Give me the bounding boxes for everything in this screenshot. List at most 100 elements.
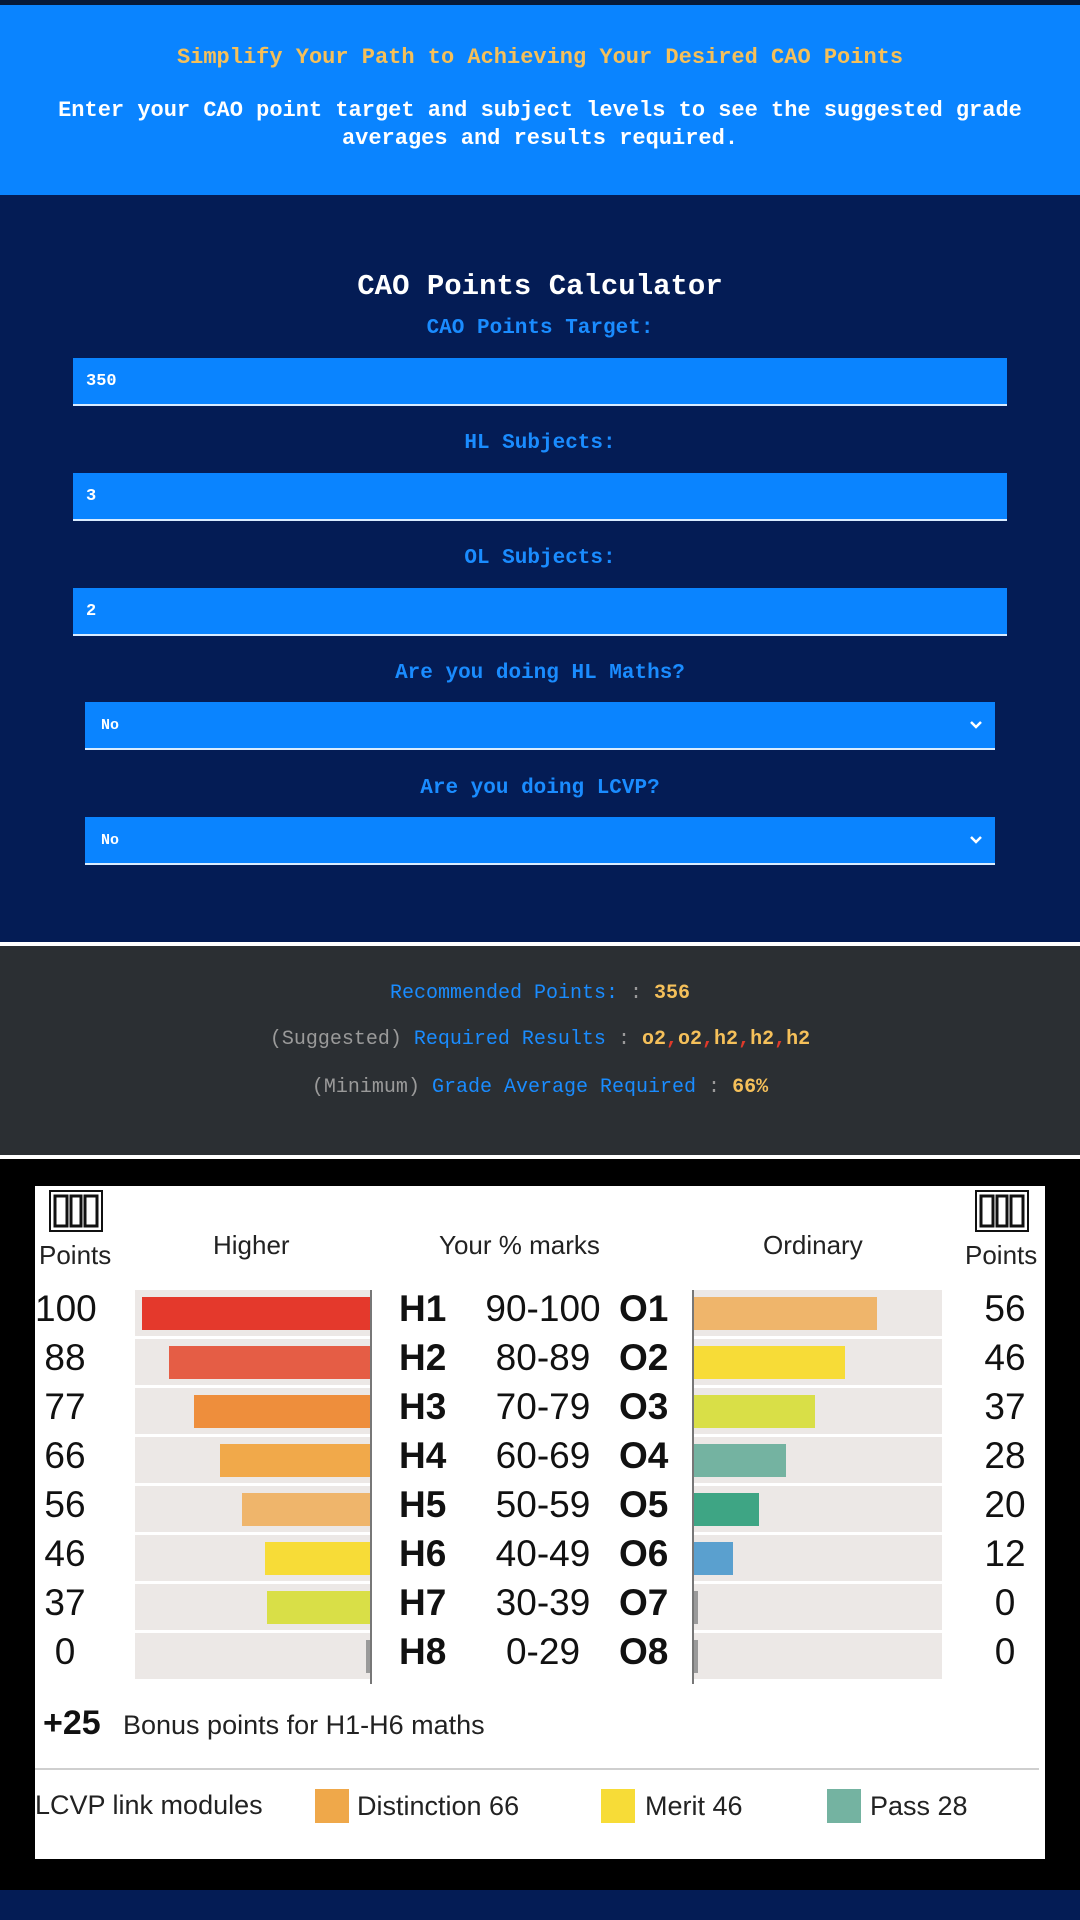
grade-comma: , [702, 1028, 715, 1051]
hero-subtitle: Enter your CAO point target and subject … [58, 98, 1022, 151]
lcvp-value: No [101, 831, 120, 849]
average-sep: : [708, 1076, 721, 1099]
grade-comma: , [774, 1028, 787, 1051]
ordinary-bar [694, 1639, 698, 1673]
higher-bar [265, 1541, 370, 1575]
grade-comma: , [666, 1028, 679, 1051]
lcvp-pass: Pass 28 [870, 1791, 968, 1821]
higher-points: 46 [44, 1533, 86, 1574]
ordinary-points: 20 [984, 1484, 1026, 1525]
hero-title: Simplify Your Path to Achieving Your Des… [176, 45, 904, 70]
average-prefix: (Minimum) [311, 1076, 420, 1099]
ordinary-points: 37 [984, 1386, 1026, 1427]
recommended-value: 356 [654, 982, 691, 1005]
target-value: 350 [86, 371, 117, 391]
ordinary-points: 0 [994, 1631, 1016, 1672]
ordinary-grade: O1 [619, 1288, 669, 1329]
calculator-panel: CAO Points Calculator CAO Points Target:… [0, 195, 1080, 942]
ordinary-points: 0 [994, 1582, 1016, 1623]
ordinary-bar [694, 1541, 733, 1575]
marks-range: 60-69 [495, 1435, 591, 1476]
legend-divider [35, 1768, 1039, 1770]
ordinary-bar [694, 1492, 759, 1526]
lcvp-merit: Merit 46 [645, 1791, 743, 1821]
higher-points: 66 [44, 1435, 86, 1476]
cao-logo [49, 1190, 103, 1232]
lcvp-label: Are you doing LCVP? [420, 777, 660, 800]
marks-range: 90-100 [485, 1288, 601, 1329]
marks-range: 40-49 [495, 1533, 591, 1574]
marks-range: 80-89 [495, 1337, 591, 1378]
hero-banner: Simplify Your Path to Achieving Your Des… [0, 5, 1080, 195]
recommended-label: Recommended Points: [389, 982, 618, 1005]
required-results-line: (Suggested) Required Results : o2,o2,h2,… [0, 1028, 1080, 1051]
recommended-points-line: Recommended Points: : 356 [0, 982, 1080, 1005]
ordinary-grade: O2 [619, 1337, 669, 1378]
higher-bar [142, 1296, 370, 1330]
ordinary-bar-track [694, 1584, 942, 1630]
col-marks: Your % marks [439, 1230, 600, 1260]
ordinary-bar [694, 1590, 698, 1624]
hl-maths-select[interactable]: No [85, 702, 995, 750]
ordinary-points: 56 [984, 1288, 1026, 1329]
ordinary-bar [694, 1296, 877, 1330]
higher-bar [220, 1443, 370, 1477]
marks-range: 30-39 [495, 1582, 591, 1623]
required-grade: h2 [786, 1028, 811, 1051]
ordinary-grade: O7 [619, 1582, 669, 1623]
ordinary-grade: O4 [619, 1435, 669, 1476]
ordinary-grade: O5 [619, 1484, 669, 1525]
calculator-title: CAO Points Calculator [357, 270, 723, 303]
ordinary-grade: O3 [619, 1386, 669, 1427]
ol-subjects-label: OL Subjects: [464, 547, 616, 570]
ordinary-grade: O8 [619, 1631, 669, 1672]
bottom-strip [0, 1890, 1080, 1920]
lcvp-title: LCVP link modules [35, 1790, 263, 1820]
required-sep: : [617, 1028, 630, 1051]
higher-grade: H5 [399, 1484, 447, 1525]
average-label: Grade Average Required [431, 1076, 697, 1099]
higher-bar-track [135, 1633, 370, 1679]
average-value: 66% [732, 1076, 769, 1099]
higher-grade: H1 [399, 1288, 447, 1329]
col-higher: Higher [213, 1230, 290, 1260]
ol-subjects-input[interactable]: 2 [73, 588, 1007, 636]
higher-grade: H2 [399, 1337, 447, 1378]
higher-bar [242, 1492, 370, 1526]
higher-points: 56 [44, 1484, 86, 1525]
cao-logo [975, 1190, 1029, 1232]
chevron-down-icon [965, 829, 987, 851]
higher-points: 37 [44, 1582, 86, 1623]
hl-maths-value: No [101, 716, 120, 734]
hl-subjects-input[interactable]: 3 [73, 473, 1007, 521]
col-ordinary: Ordinary [763, 1230, 863, 1260]
higher-points: 77 [44, 1386, 86, 1427]
higher-points: 0 [54, 1631, 76, 1672]
required-prefix: (Suggested) [269, 1028, 402, 1051]
marks-range: 0-29 [505, 1631, 581, 1672]
hl-subjects-value: 3 [86, 486, 97, 506]
merit-swatch [601, 1789, 635, 1823]
points-table-section: Points Higher Your % marks Ordinary Poin… [0, 1159, 1080, 1890]
higher-grade: H6 [399, 1533, 447, 1574]
higher-bar [267, 1590, 370, 1624]
marks-range: 70-79 [495, 1386, 591, 1427]
higher-points: 100 [35, 1288, 97, 1329]
higher-grade: H3 [399, 1386, 447, 1427]
target-input[interactable]: 350 [73, 358, 1007, 406]
ol-subjects-value: 2 [86, 601, 97, 621]
required-grade: h2 [714, 1028, 739, 1051]
higher-grade: H8 [399, 1631, 447, 1672]
higher-bar [169, 1345, 370, 1379]
lcvp-select[interactable]: No [85, 817, 995, 865]
higher-axis-line [370, 1290, 372, 1684]
bonus-value: +25 [43, 1704, 101, 1742]
higher-grade: H7 [399, 1582, 447, 1623]
pass-swatch [827, 1789, 861, 1823]
ordinary-bar-track [694, 1633, 942, 1679]
lcvp-distinction: Distinction 66 [357, 1791, 520, 1821]
ordinary-points: 28 [984, 1435, 1026, 1476]
target-label: CAO Points Target: [426, 317, 654, 340]
results-panel: Recommended Points: : 356 (Suggested) Re… [0, 946, 1080, 1155]
higher-grade: H4 [399, 1435, 447, 1476]
